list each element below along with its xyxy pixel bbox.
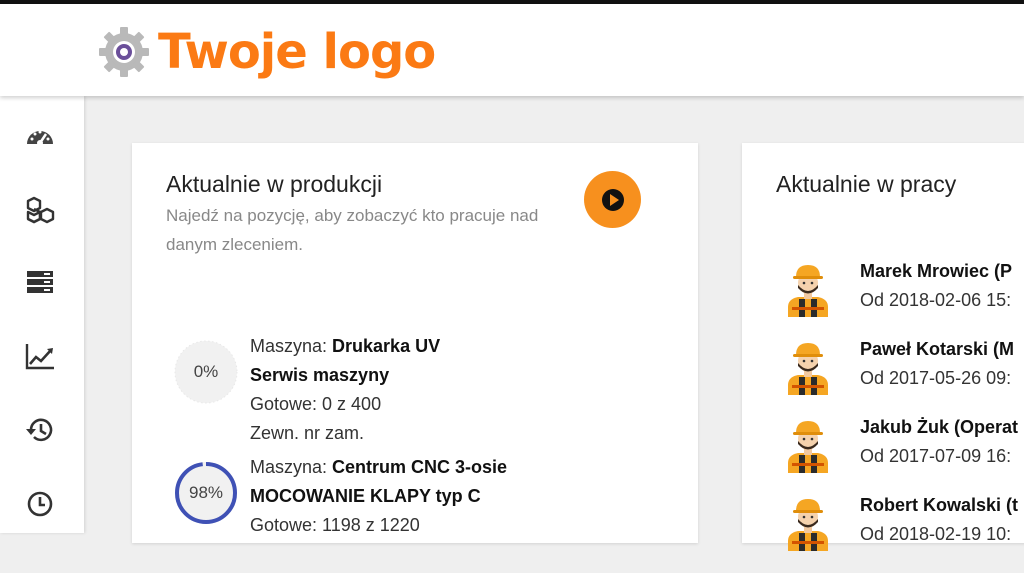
worker-item[interactable]: Robert Kowalski (t Od 2018-02-19 10: [782,495,1024,565]
sidebar-item-dashboard[interactable] [22,118,58,154]
sidebar-item-reports[interactable] [22,338,58,374]
sidebar-item-history[interactable] [22,412,58,448]
gear-logo-icon [99,27,149,77]
done-count: Gotowe: 1198 z 1220 [250,515,420,535]
worker-since: Od 2018-02-06 15: [860,290,1012,310]
sidebar-item-time[interactable] [22,486,58,522]
dashboard-icon [27,130,53,146]
worker-name: Marek Mrowiec (P [860,261,1013,281]
production-subtitle: Najedź na pozycję, aby zobaczyć kto prac… [166,206,539,254]
production-item[interactable]: 98% Maszyna: Centrum CNC 3-osie MOCOWANI… [172,453,672,573]
machine-name: Centrum CNC 3-osie [332,457,508,477]
progress-label: 98% [188,483,224,502]
production-item[interactable]: 0% Maszyna: Drukarka UV Serwis maszyny G… [172,332,672,452]
worker-since: Od 2018-02-19 10: [860,524,1012,544]
server-icon [27,271,53,293]
chart-line-icon [25,344,54,370]
worker-avatar [788,343,828,395]
task-name: Serwis maszyny [250,365,390,385]
logo-text: Twoje logo [158,24,436,80]
machine-name: Drukarka UV [332,336,441,356]
clock-icon [27,491,53,517]
boxes-icon [26,196,55,224]
worker-item[interactable]: Paweł Kotarski (M Od 2017-05-26 09: [782,339,1024,409]
history-icon [26,418,53,442]
progress-label: 0% [193,362,219,381]
production-title: Aktualnie w produkcji [166,171,383,197]
play-icon [601,188,624,211]
machine-line: Maszyna: Centrum CNC 3-osie [250,457,508,477]
worker-avatar [788,421,828,473]
sidebar [0,96,84,533]
worker-item[interactable]: Jakub Żuk (Operat Od 2017-07-09 16: [782,417,1024,487]
machine-line: Maszyna: Drukarka UV [250,336,441,356]
work-card: Aktualnie w pracy Marek Mrowiec (P Od 201… [742,143,1024,551]
task-name: MOCOWANIE KLAPY typ C [250,486,481,506]
play-button[interactable] [584,171,641,228]
worker-item[interactable]: Marek Mrowiec (P Od 2018-02-06 15: [782,261,1024,331]
sidebar-item-products[interactable] [22,192,58,228]
worker-name: Paweł Kotarski (M [860,339,1015,359]
production-card: Aktualnie w produkcji Najedź na pozycję,… [132,143,698,543]
work-title: Aktualnie w pracy [776,171,957,197]
worker-avatar [788,265,828,317]
worker-name: Jakub Żuk (Operat [860,417,1019,437]
app-header: Twoje logo [0,4,1024,96]
sidebar-item-machines[interactable] [22,264,58,300]
logo[interactable]: Twoje logo [96,22,436,82]
worker-since: Od 2017-05-26 09: [860,368,1012,388]
external-order: Zewn. nr zam. [250,423,365,443]
worker-since: Od 2017-07-09 16: [860,446,1012,466]
worker-avatar [788,499,828,551]
worker-name: Robert Kowalski (t [860,495,1019,515]
done-count: Gotowe: 0 z 400 [250,394,382,414]
